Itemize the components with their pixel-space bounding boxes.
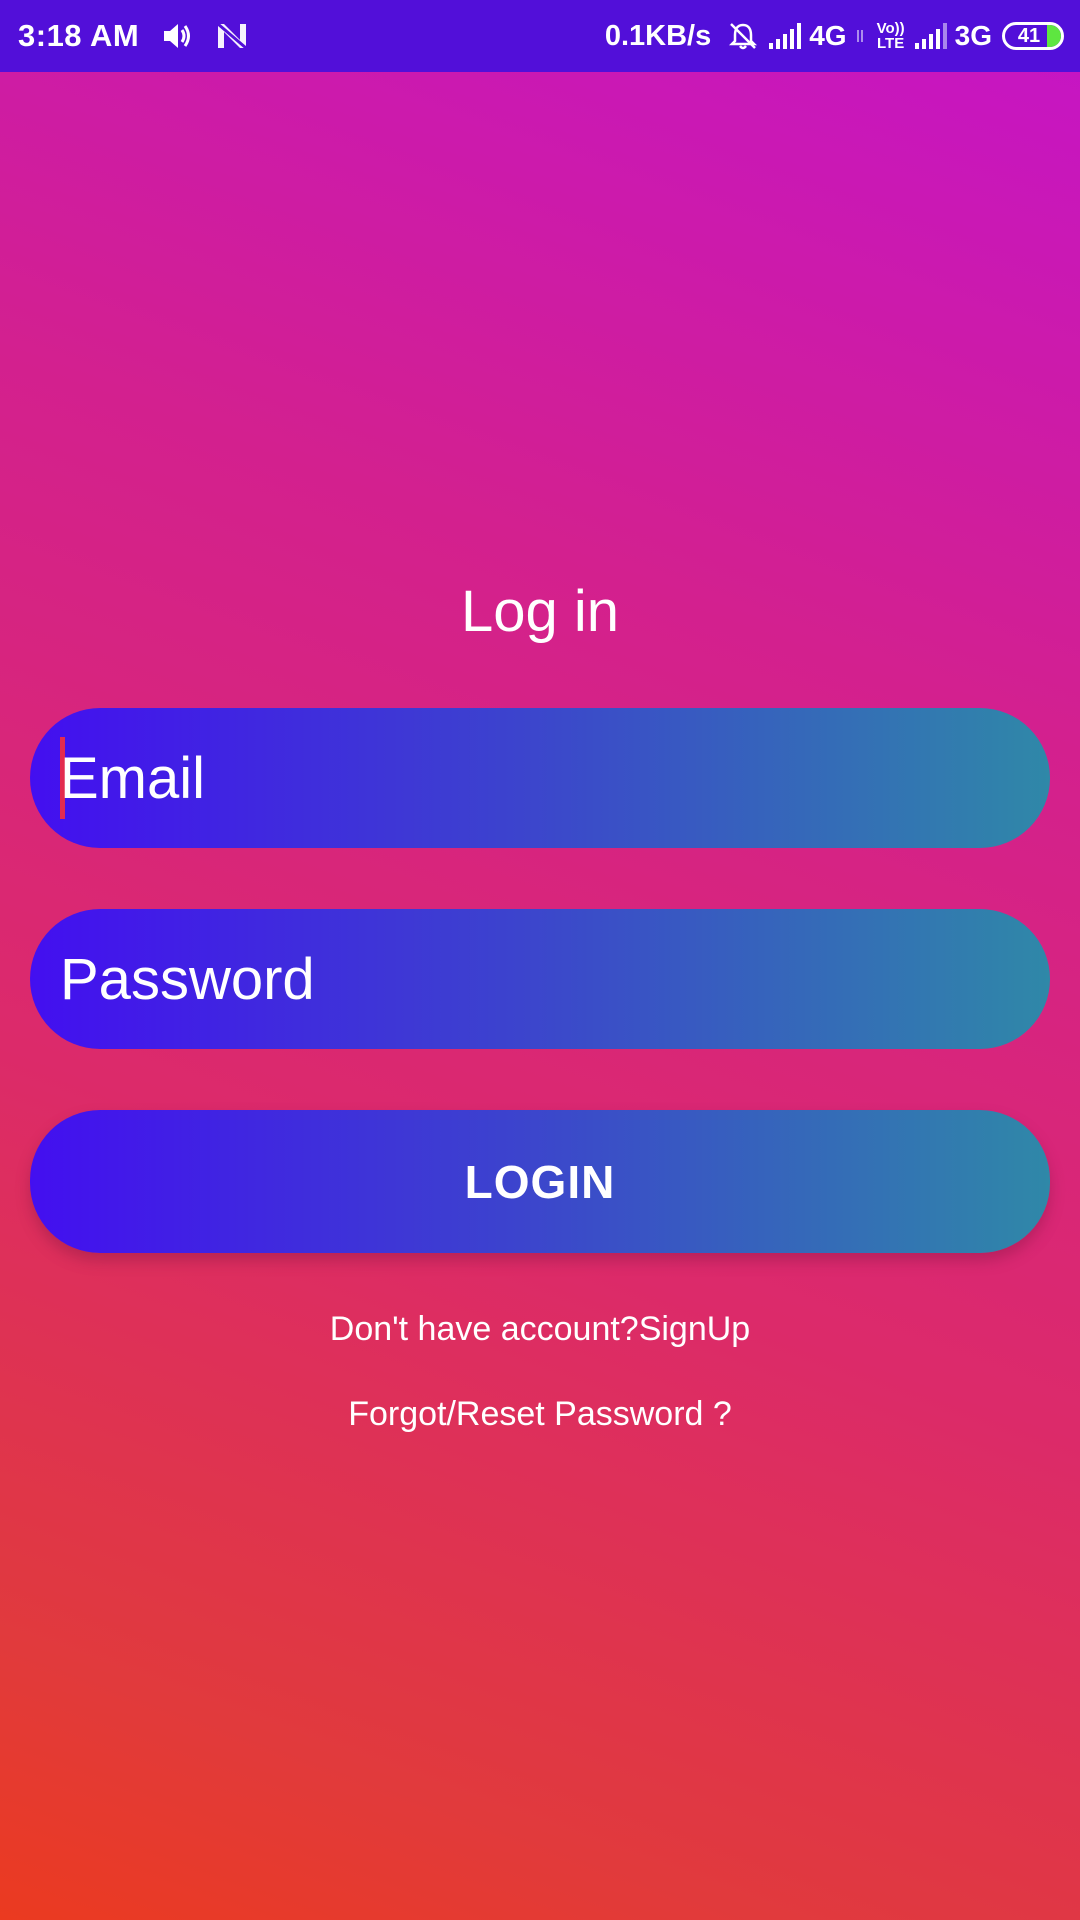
network-speed: 0.1KB/s — [604, 19, 712, 52]
status-bar-left: 3:18 AM — [18, 18, 249, 54]
login-screen: 3:18 AM 0.1KB/s 4G Vo)) LTE 3G 41 Log in… — [0, 0, 1080, 1920]
volte-line2: LTE — [877, 35, 905, 52]
status-bar: 3:18 AM 0.1KB/s 4G Vo)) LTE 3G 41 — [0, 0, 1080, 72]
email-field[interactable] — [60, 728, 1000, 828]
status-time: 3:18 AM — [18, 18, 140, 53]
network-type-2: 3G — [954, 20, 992, 51]
alarm-off-icon — [727, 20, 759, 52]
signup-link[interactable]: Don't have account?SignUp — [0, 1307, 1080, 1351]
battery-icon: 41 — [1002, 22, 1064, 50]
page-title: Log in — [460, 579, 620, 644]
status-bar-right: 0.1KB/s 4G Vo)) LTE 3G 41 — [605, 20, 1064, 53]
data-arrows-icon — [855, 28, 865, 44]
notification-n-icon — [215, 20, 249, 52]
volte-icon: Vo)) LTE — [877, 21, 905, 51]
forgot-password-link[interactable]: Forgot/Reset Password ? — [0, 1392, 1080, 1436]
email-field-container[interactable] — [30, 708, 1050, 848]
password-field[interactable] — [60, 929, 1000, 1029]
battery-fill — [1047, 25, 1061, 47]
login-button[interactable]: LOGIN — [30, 1110, 1050, 1253]
volume-icon — [161, 20, 193, 52]
password-field-container[interactable] — [30, 909, 1050, 1049]
network-type-1: 4G — [809, 20, 847, 51]
signal-icon-2 — [913, 21, 951, 51]
battery-level: 41 — [1017, 24, 1041, 47]
signal-icon — [767, 21, 805, 51]
